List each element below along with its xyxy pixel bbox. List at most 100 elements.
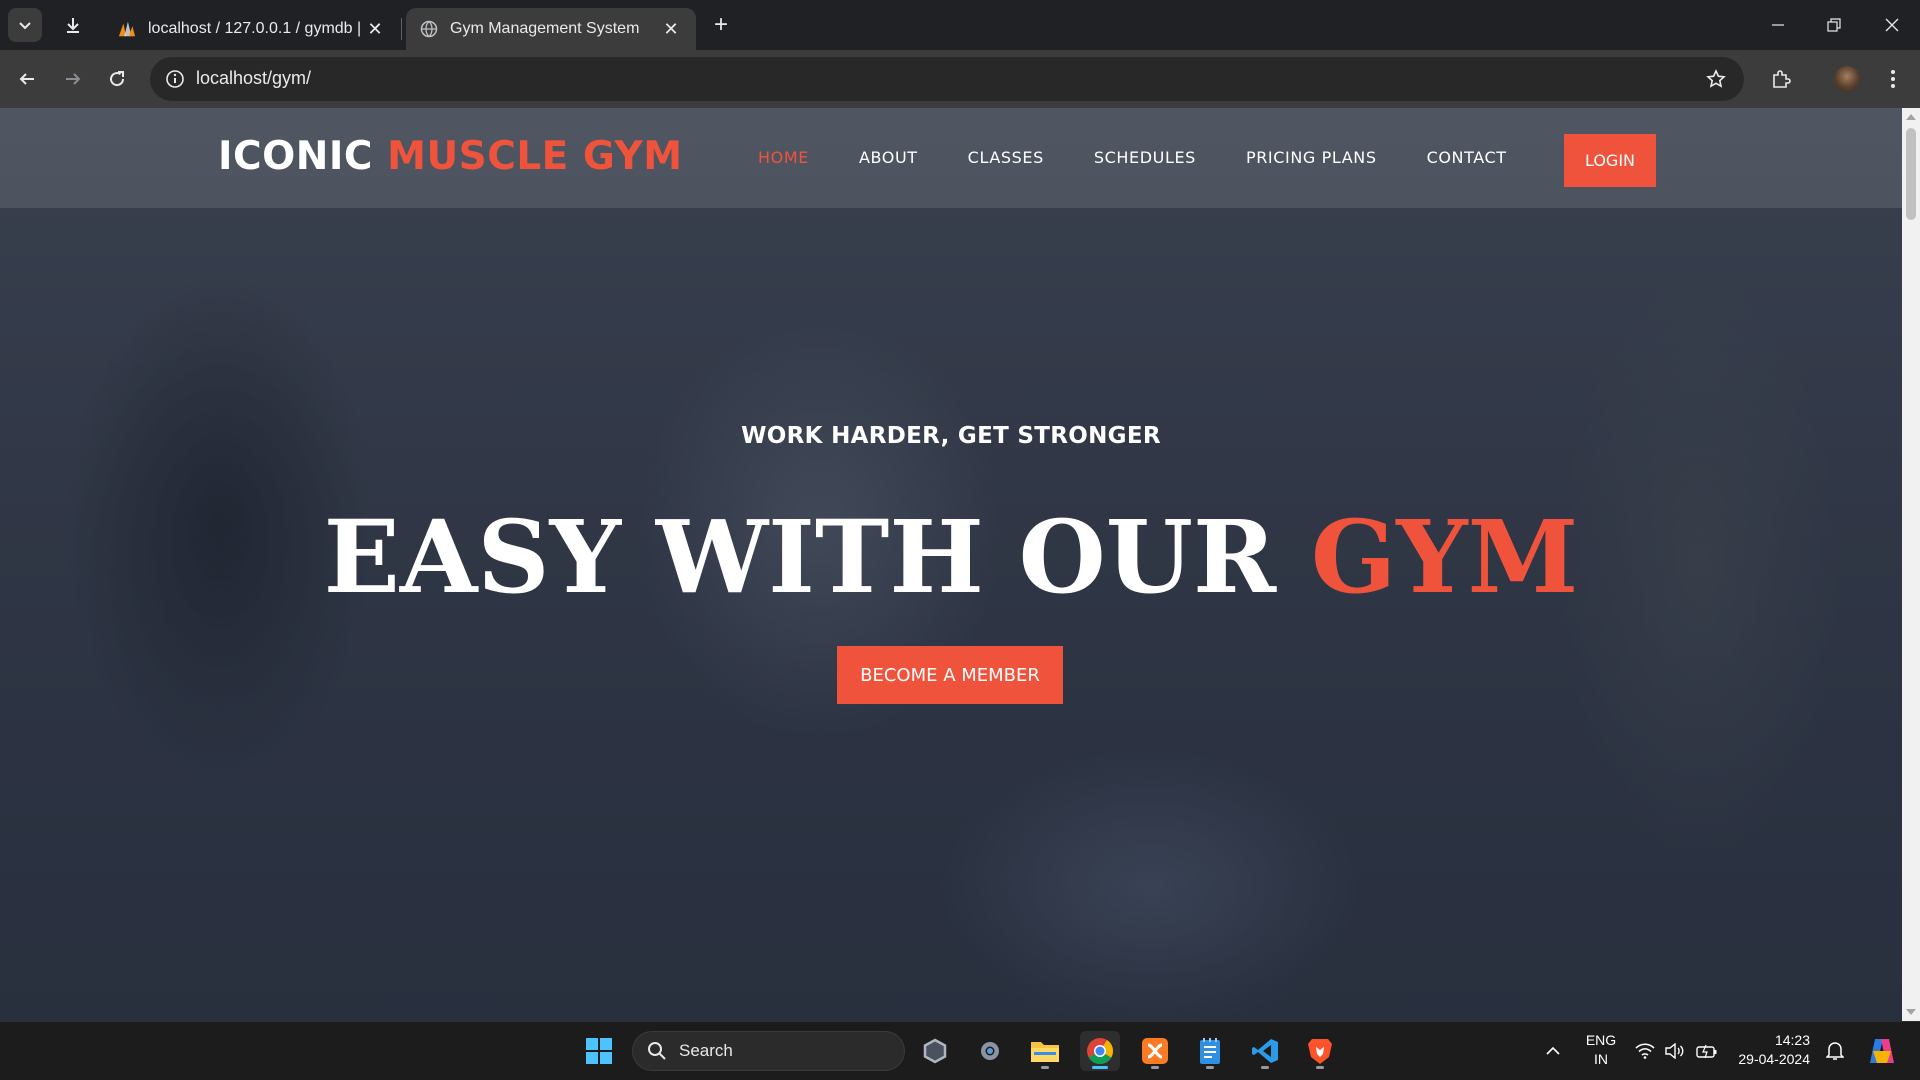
taskbar-app-chrome[interactable] bbox=[1080, 1031, 1120, 1071]
copilot-icon bbox=[1870, 1039, 1894, 1063]
forward-button[interactable] bbox=[56, 62, 90, 96]
new-tab-button[interactable]: + bbox=[706, 10, 736, 40]
restore-button[interactable] bbox=[1806, 0, 1862, 50]
profile-button[interactable] bbox=[1830, 62, 1864, 96]
chevron-up-icon bbox=[1546, 1046, 1560, 1055]
start-button[interactable] bbox=[579, 1031, 619, 1071]
bell-icon bbox=[1826, 1042, 1844, 1060]
search-label: Search bbox=[679, 1041, 733, 1060]
download-icon bbox=[67, 18, 79, 33]
taskbar-app-xampp[interactable] bbox=[1135, 1031, 1175, 1071]
windows-taskbar: Search ENG IN 14:23 29-04-2024 bbox=[0, 1021, 1920, 1080]
nav-pricing-plans[interactable]: PRICING PLANS bbox=[1246, 148, 1377, 167]
search-icon bbox=[648, 1042, 666, 1060]
taskbar-app-vscode[interactable] bbox=[1245, 1031, 1285, 1071]
address-bar[interactable]: localhost/gym/ bbox=[150, 57, 1744, 101]
page-viewport: ICONIC MUSCLE GYM HOME ABOUT CLASSES SCH… bbox=[0, 108, 1902, 1021]
become-member-button[interactable]: BECOME A MEMBER bbox=[837, 646, 1063, 704]
hero-title: EASY WITH OUR GYM bbox=[0, 498, 1902, 616]
logo-text-white: ICONIC bbox=[218, 134, 374, 179]
restore-icon bbox=[1827, 18, 1841, 32]
tab-phpmyadmin[interactable]: localhost / 127.0.0.1 / gymdb | ✕ bbox=[104, 8, 400, 50]
clock-date: 29-04-2024 bbox=[1738, 1051, 1810, 1067]
tab-title: localhost / 127.0.0.1 / gymdb | bbox=[148, 20, 362, 37]
running-indicator bbox=[1151, 1066, 1159, 1069]
tab-search-button[interactable] bbox=[8, 8, 42, 42]
language-region: IN bbox=[1594, 1051, 1608, 1067]
clock[interactable]: 14:23 29-04-2024 bbox=[1730, 1031, 1810, 1069]
nav-home[interactable]: HOME bbox=[758, 148, 809, 167]
arrow-left-icon bbox=[19, 73, 34, 85]
extensions-button[interactable] bbox=[1764, 62, 1798, 96]
scroll-up-arrow[interactable] bbox=[1906, 114, 1916, 120]
battery-status[interactable] bbox=[1692, 1031, 1722, 1071]
tab-separator bbox=[401, 18, 402, 40]
nav-classes[interactable]: CLASSES bbox=[968, 148, 1044, 167]
show-hidden-icons-button[interactable] bbox=[1533, 1031, 1573, 1071]
brave-icon bbox=[1308, 1039, 1332, 1064]
logo-text-red: MUSCLE GYM bbox=[387, 134, 683, 179]
taskbar-search[interactable]: Search bbox=[632, 1031, 905, 1071]
volume-status[interactable] bbox=[1660, 1031, 1690, 1071]
taskbar-app-widgets[interactable] bbox=[915, 1031, 955, 1071]
notifications-button[interactable] bbox=[1820, 1031, 1850, 1071]
tab-title: Gym Management System bbox=[450, 20, 640, 37]
speaker-icon bbox=[1665, 1043, 1684, 1059]
wifi-status[interactable] bbox=[1630, 1031, 1660, 1071]
back-button[interactable] bbox=[10, 62, 44, 96]
wifi-icon bbox=[1635, 1043, 1655, 1059]
kebab-menu-icon bbox=[1891, 70, 1895, 88]
language-code: ENG bbox=[1585, 1032, 1617, 1048]
browser-tabstrip: localhost / 127.0.0.1 / gymdb | ✕ Gym Ma… bbox=[0, 0, 1920, 50]
battery-icon bbox=[1696, 1044, 1717, 1059]
nav-schedules[interactable]: SCHEDULES bbox=[1094, 148, 1196, 167]
taskbar-app-file-explorer[interactable] bbox=[1025, 1031, 1065, 1071]
browser-toolbar: localhost/gym/ bbox=[0, 50, 1920, 108]
running-indicator bbox=[1316, 1066, 1324, 1069]
site-header: ICONIC MUSCLE GYM HOME ABOUT CLASSES SCH… bbox=[0, 108, 1902, 208]
close-tab-icon[interactable]: ✕ bbox=[660, 18, 682, 40]
close-tab-icon[interactable]: ✕ bbox=[364, 18, 386, 40]
puzzle-icon bbox=[1773, 70, 1791, 88]
tab-gym-management[interactable]: Gym Management System ✕ bbox=[406, 8, 696, 50]
windows-logo-icon bbox=[586, 1038, 612, 1064]
arrow-right-icon bbox=[66, 73, 81, 85]
running-indicator bbox=[1261, 1066, 1269, 1069]
hexagon-app-icon bbox=[923, 1038, 947, 1064]
downloads-button[interactable] bbox=[58, 10, 88, 40]
scrollbar-thumb[interactable] bbox=[1906, 128, 1916, 220]
copilot-button[interactable] bbox=[1862, 1031, 1902, 1071]
reload-icon bbox=[110, 71, 125, 87]
vscode-icon bbox=[1252, 1039, 1278, 1063]
phpmyadmin-icon bbox=[118, 20, 136, 38]
site-info-icon[interactable] bbox=[160, 64, 190, 94]
main-nav: HOME ABOUT CLASSES SCHEDULES PRICING PLA… bbox=[758, 148, 1557, 167]
notepad-icon bbox=[1200, 1038, 1220, 1064]
reload-button[interactable] bbox=[100, 62, 134, 96]
login-button[interactable]: LOGIN bbox=[1564, 134, 1656, 187]
taskbar-app-settings[interactable] bbox=[970, 1031, 1010, 1071]
bookmark-star-icon[interactable] bbox=[1702, 65, 1730, 93]
minimize-button[interactable] bbox=[1750, 0, 1806, 50]
page-scrollbar[interactable] bbox=[1902, 108, 1920, 1021]
language-indicator[interactable]: ENG IN bbox=[1580, 1031, 1622, 1069]
nav-about[interactable]: ABOUT bbox=[859, 148, 918, 167]
active-indicator bbox=[1092, 1066, 1108, 1069]
close-icon bbox=[1885, 18, 1899, 32]
gear-icon bbox=[981, 1042, 999, 1060]
hero-title-red: GYM bbox=[1310, 498, 1579, 616]
running-indicator bbox=[1041, 1066, 1049, 1069]
taskbar-app-brave[interactable] bbox=[1300, 1031, 1340, 1071]
hero-tagline: WORK HARDER, GET STRONGER bbox=[741, 423, 1161, 449]
hero-title-white: EASY WITH OUR bbox=[323, 498, 1277, 616]
clock-time: 14:23 bbox=[1774, 1032, 1810, 1048]
scroll-down-arrow[interactable] bbox=[1906, 1009, 1916, 1015]
menu-button[interactable] bbox=[1876, 62, 1910, 96]
site-logo[interactable]: ICONIC MUSCLE GYM bbox=[218, 134, 683, 179]
close-window-button[interactable] bbox=[1864, 0, 1920, 50]
chrome-icon bbox=[1087, 1038, 1114, 1065]
nav-contact[interactable]: CONTACT bbox=[1427, 148, 1507, 167]
globe-icon bbox=[420, 20, 438, 38]
minimize-icon bbox=[1772, 24, 1784, 26]
taskbar-app-notepad[interactable] bbox=[1190, 1031, 1230, 1071]
